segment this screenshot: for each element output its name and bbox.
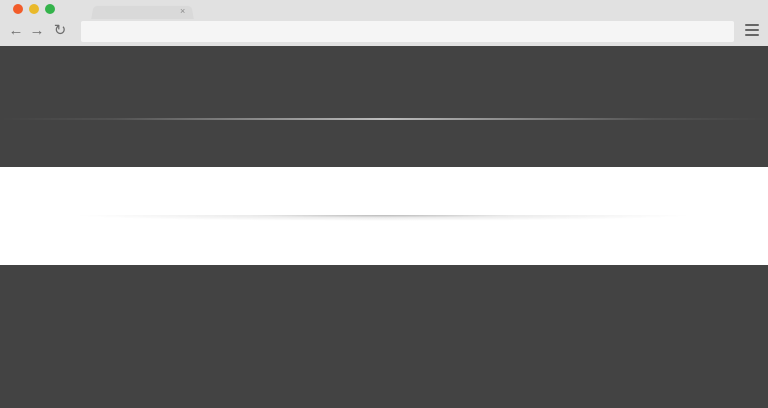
forward-arrow-icon[interactable]: → (29, 22, 45, 40)
light-gradient-divider (0, 118, 768, 120)
minimize-window-button[interactable] (29, 4, 39, 14)
maximize-window-button[interactable] (45, 4, 55, 14)
hamburger-menu-icon[interactable] (745, 24, 759, 38)
dark-section-top (0, 46, 768, 167)
page-viewport (0, 46, 768, 408)
dark-section-bottom (0, 265, 768, 408)
close-window-button[interactable] (13, 4, 23, 14)
menu-bar-line (745, 34, 759, 36)
light-section (0, 167, 768, 265)
browser-window: × ← → ↻ (0, 0, 768, 408)
address-bar[interactable] (81, 21, 734, 42)
back-arrow-icon[interactable]: ← (8, 22, 24, 40)
menu-bar-line (745, 24, 759, 26)
browser-tab[interactable] (91, 5, 194, 20)
menu-bar-line (745, 29, 759, 31)
tab-close-icon[interactable]: × (180, 5, 185, 17)
browser-toolbar: ← → ↻ (0, 19, 768, 46)
shadow-divider (70, 215, 696, 221)
reload-icon[interactable]: ↻ (52, 22, 68, 40)
title-bar: × (0, 0, 768, 20)
